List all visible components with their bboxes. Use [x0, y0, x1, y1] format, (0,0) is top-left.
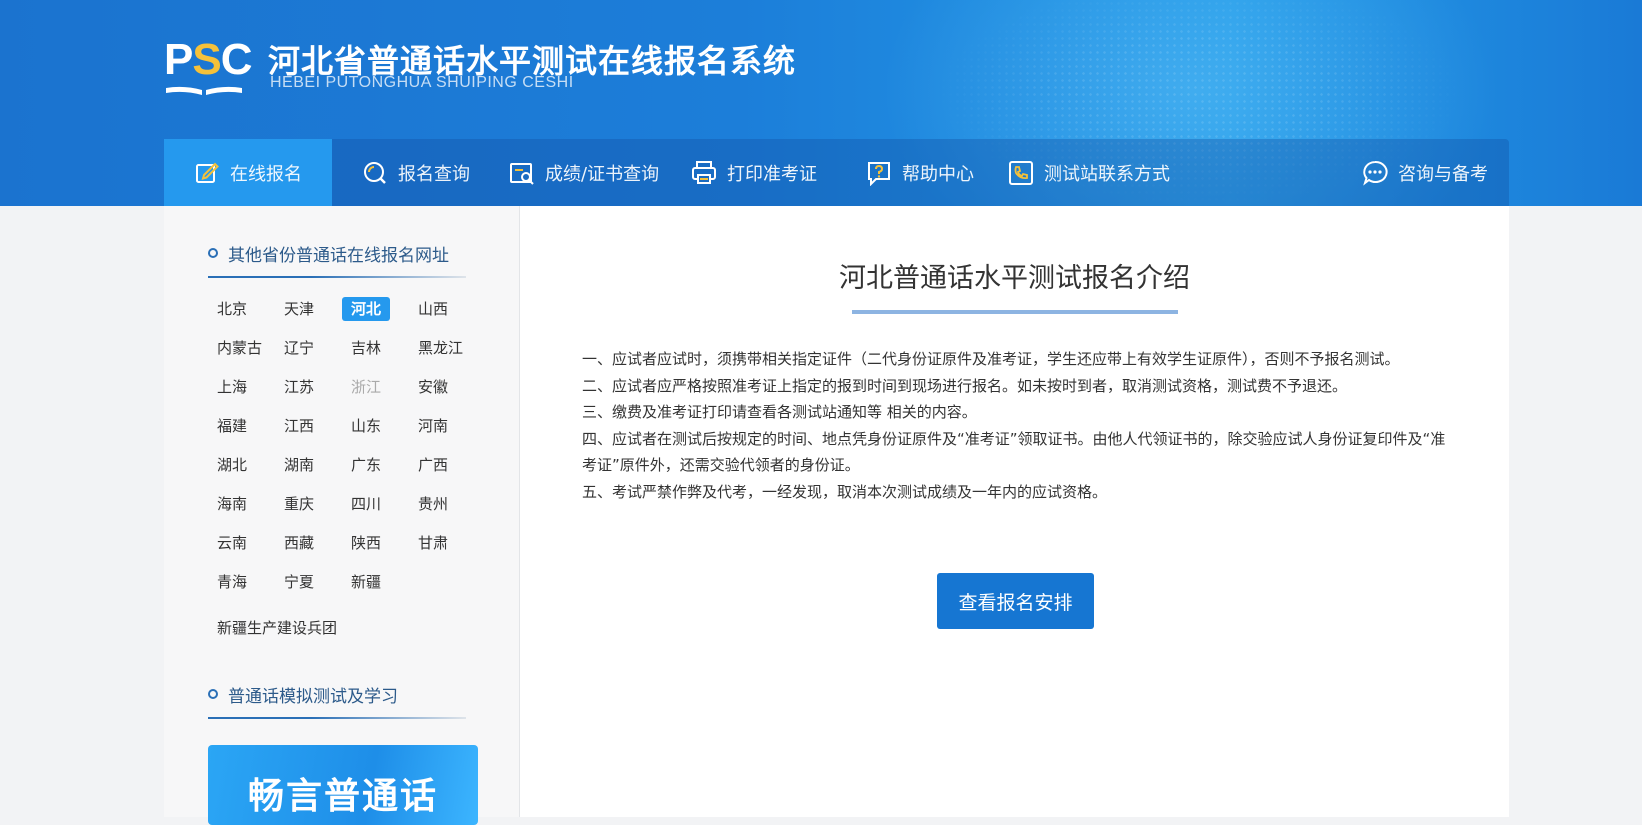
help-icon: [866, 160, 892, 186]
nav-label: 测试站联系方式: [1044, 163, 1170, 185]
page-title: 河北普通话水平测试报名介绍: [839, 263, 1190, 294]
rule-item: 一、应试者应试时，须携带相关指定证件（二代身份证原件及准考证，学生还应带上有效学…: [582, 350, 1400, 368]
province-link[interactable]: 宁夏: [275, 570, 323, 594]
nav-label: 帮助中心: [902, 163, 974, 185]
province-link[interactable]: 河南: [409, 414, 457, 438]
nav-label: 打印准考证: [727, 163, 817, 185]
nav-label: 报名查询: [398, 163, 470, 185]
search-icon: [362, 160, 388, 186]
rule-item: 五、考试严禁作弊及代考，一经发现，取消本次测试成绩及一年内的应试资格。: [582, 482, 1108, 501]
nav-help-center[interactable]: 帮助中心: [866, 139, 974, 206]
main-content: 河北普通话水平测试报名介绍 一、应试者应试时，须携带相关指定证件（二代身份证原件…: [520, 206, 1509, 817]
province-link[interactable]: 江苏: [275, 375, 323, 399]
province-link-xinjiang-bingtuan[interactable]: 新疆生产建设兵团: [208, 616, 346, 640]
province-link[interactable]: 广西: [409, 453, 457, 477]
province-link[interactable]: 山西: [409, 297, 457, 321]
province-link[interactable]: 内蒙古: [208, 336, 271, 360]
section-divider: [208, 717, 466, 719]
province-link[interactable]: 青海: [208, 570, 256, 594]
chat-icon: [1362, 160, 1388, 186]
province-link[interactable]: 西藏: [275, 531, 323, 555]
nav-online-registration[interactable]: 在线报名: [164, 139, 332, 206]
book-icon: [166, 86, 242, 95]
nav-test-station-contacts[interactable]: 测试站联系方式: [1008, 139, 1170, 206]
province-link[interactable]: 湖北: [208, 453, 256, 477]
section-divider: [208, 276, 466, 278]
province-link[interactable]: 重庆: [275, 492, 323, 516]
main-nav: 在线报名 报名查询 成绩/证书查询 打印准考证 帮助中心 测试站联系方式 咨询与…: [164, 139, 1509, 206]
province-link[interactable]: 山东: [342, 414, 390, 438]
province-link[interactable]: 安徽: [409, 375, 457, 399]
province-link[interactable]: 福建: [208, 414, 256, 438]
phone-icon: [1008, 160, 1034, 186]
nav-print-admission[interactable]: 打印准考证: [691, 139, 817, 206]
province-link[interactable]: 甘肃: [409, 531, 457, 555]
site-subtitle: HEBEI PUTONGHUA SHUIPING CESHI: [270, 74, 574, 91]
title-underline: [852, 310, 1178, 314]
rules-list: 一、应试者应试时，须携带相关指定证件（二代身份证原件及准考证，学生还应带上有效学…: [582, 346, 1452, 505]
view-schedule-button[interactable]: 查看报名安排: [937, 573, 1094, 629]
section-title-text: 普通话模拟测试及学习: [228, 686, 398, 707]
nav-score-certificate-query[interactable]: 成绩/证书查询: [509, 139, 659, 206]
certificate-search-icon: [509, 160, 535, 186]
rule-item: 四、应试者在测试后按规定的时间、地点凭身份证原件及“准考证”领取证书。由他人代领…: [582, 429, 1446, 475]
circle-bullet-icon: [208, 689, 218, 699]
section-title-text: 其他省份普通话在线报名网址: [228, 245, 449, 266]
province-link[interactable]: 黑龙江: [409, 336, 472, 360]
edit-icon: [194, 160, 220, 186]
province-link[interactable]: 云南: [208, 531, 256, 555]
provinces-section-title: 其他省份普通话在线报名网址: [208, 237, 449, 269]
province-link[interactable]: 新疆: [342, 570, 390, 594]
nav-label: 成绩/证书查询: [545, 163, 660, 185]
rule-item: 三、缴费及准考证打印请查看各测试站通知等 相关的内容。: [582, 403, 977, 421]
psc-logo[interactable]: PSC: [164, 35, 252, 96]
study-section-title: 普通话模拟测试及学习: [208, 678, 398, 710]
rule-item: 二、应试者应严格按照准考证上指定的报到时间到现场进行报名。如未按时到者，取消测试…: [582, 376, 1348, 395]
province-link[interactable]: 陕西: [342, 531, 390, 555]
province-link[interactable]: 湖南: [275, 453, 323, 477]
logo-text: PSC: [164, 35, 252, 84]
province-link[interactable]: 四川: [342, 492, 390, 516]
banner-text: 畅言普通话: [248, 776, 439, 817]
header-banner: PSC 河北省普通话水平测试在线报名系统 HEBEI PUTONGHUA SHU…: [0, 0, 1642, 206]
nav-registration-query[interactable]: 报名查询: [362, 139, 470, 206]
province-link[interactable]: 北京: [208, 297, 256, 321]
province-link[interactable]: 海南: [208, 492, 256, 516]
province-link[interactable]: 天津: [275, 297, 323, 321]
province-link[interactable]: 广东: [342, 453, 390, 477]
province-link[interactable]: 贵州: [409, 492, 457, 516]
province-link[interactable]: 江西: [275, 414, 323, 438]
sidebar: 其他省份普通话在线报名网址 北京 天津 河北 山西内蒙古 辽宁 吉林 黑龙江上海 江苏 浙江 安徽…: [164, 206, 520, 825]
nav-consult-and-prepare[interactable]: 咨询与备考: [1362, 139, 1488, 206]
nav-label: 在线报名: [230, 163, 302, 185]
changyan-putonghua-banner[interactable]: 畅言普通话: [208, 745, 478, 825]
printer-icon: [691, 160, 717, 186]
province-link[interactable]: 河北: [342, 297, 391, 321]
province-link[interactable]: 浙江: [342, 375, 390, 399]
nav-label: 咨询与备考: [1398, 163, 1488, 185]
circle-bullet-icon: [208, 248, 218, 258]
province-link[interactable]: 上海: [208, 375, 256, 399]
province-link[interactable]: 辽宁: [275, 336, 323, 360]
province-link[interactable]: 吉林: [342, 336, 390, 360]
